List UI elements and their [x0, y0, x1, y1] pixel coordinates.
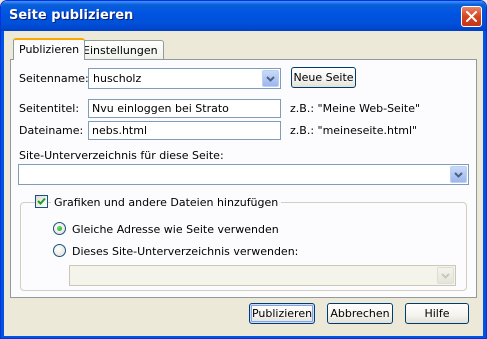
site-name-value: huscholz [93, 72, 142, 85]
radio-subdir-select [69, 265, 456, 286]
close-button[interactable] [461, 6, 482, 27]
window-border-left [1, 31, 4, 338]
site-name-select[interactable]: huscholz [88, 68, 281, 89]
file-name-example: z.B.: "meineseite.html" [290, 124, 418, 137]
radio-subdir-dropdown-button [437, 267, 454, 284]
subdir-dropdown-button[interactable] [450, 166, 467, 183]
tab-settings[interactable]: Einstellungen [77, 40, 164, 60]
page-title-label: Seitentitel: [19, 102, 80, 115]
include-files-checkbox[interactable] [35, 195, 48, 208]
page-title-example: z.B.: "Meine Web-Seite" [290, 102, 421, 115]
chevron-down-icon [454, 171, 463, 178]
site-name-dropdown-button[interactable] [262, 70, 279, 87]
radio-subdir[interactable] [53, 244, 66, 257]
file-name-input[interactable]: nebs.html [88, 121, 281, 140]
page-title-value: Nvu einloggen bei Strato [92, 102, 229, 115]
radio-subdir-label[interactable]: Dieses Site-Unterverzeichnis verwenden: [72, 245, 298, 258]
publish-button-label: Publizieren [251, 307, 313, 320]
help-button[interactable]: Hilfe [405, 303, 469, 324]
checkmark-icon [37, 197, 46, 205]
window-title: Seite publizieren [9, 8, 134, 23]
file-name-label: Dateiname: [19, 124, 84, 137]
window-border-right [483, 31, 486, 338]
subdir-label: Site-Unterverzeichnis für diese Seite: [19, 149, 224, 162]
include-files-label[interactable]: Grafiken und andere Dateien hinzufügen [51, 196, 282, 209]
tab-publish[interactable]: Publizieren [13, 38, 86, 60]
title-bar[interactable]: Seite publizieren [1, 1, 486, 31]
publish-dialog: Seite publizieren Publizieren Einstellun… [0, 0, 487, 339]
new-site-button[interactable]: Neue Seite [291, 67, 356, 88]
site-name-label: Seitenname: [19, 72, 89, 85]
tab-settings-label: Einstellungen [83, 44, 158, 57]
new-site-button-label: Neue Seite [293, 71, 354, 84]
cancel-button-label: Abbrechen [330, 307, 390, 320]
radio-same-address-label[interactable]: Gleiche Adresse wie Seite verwenden [72, 223, 279, 236]
radio-same-address[interactable] [53, 222, 66, 235]
cancel-button[interactable]: Abbrechen [327, 303, 393, 324]
chevron-down-icon [266, 75, 275, 82]
help-button-label: Hilfe [424, 307, 450, 320]
subdir-select[interactable] [18, 164, 469, 185]
close-icon [466, 11, 477, 22]
file-name-value: nebs.html [92, 124, 148, 137]
chevron-down-icon [441, 272, 450, 279]
page-title-input[interactable]: Nvu einloggen bei Strato [88, 99, 281, 118]
publish-button[interactable]: Publizieren [249, 303, 315, 324]
tab-publish-label: Publizieren [19, 43, 80, 56]
radio-selected-dot [57, 226, 62, 231]
